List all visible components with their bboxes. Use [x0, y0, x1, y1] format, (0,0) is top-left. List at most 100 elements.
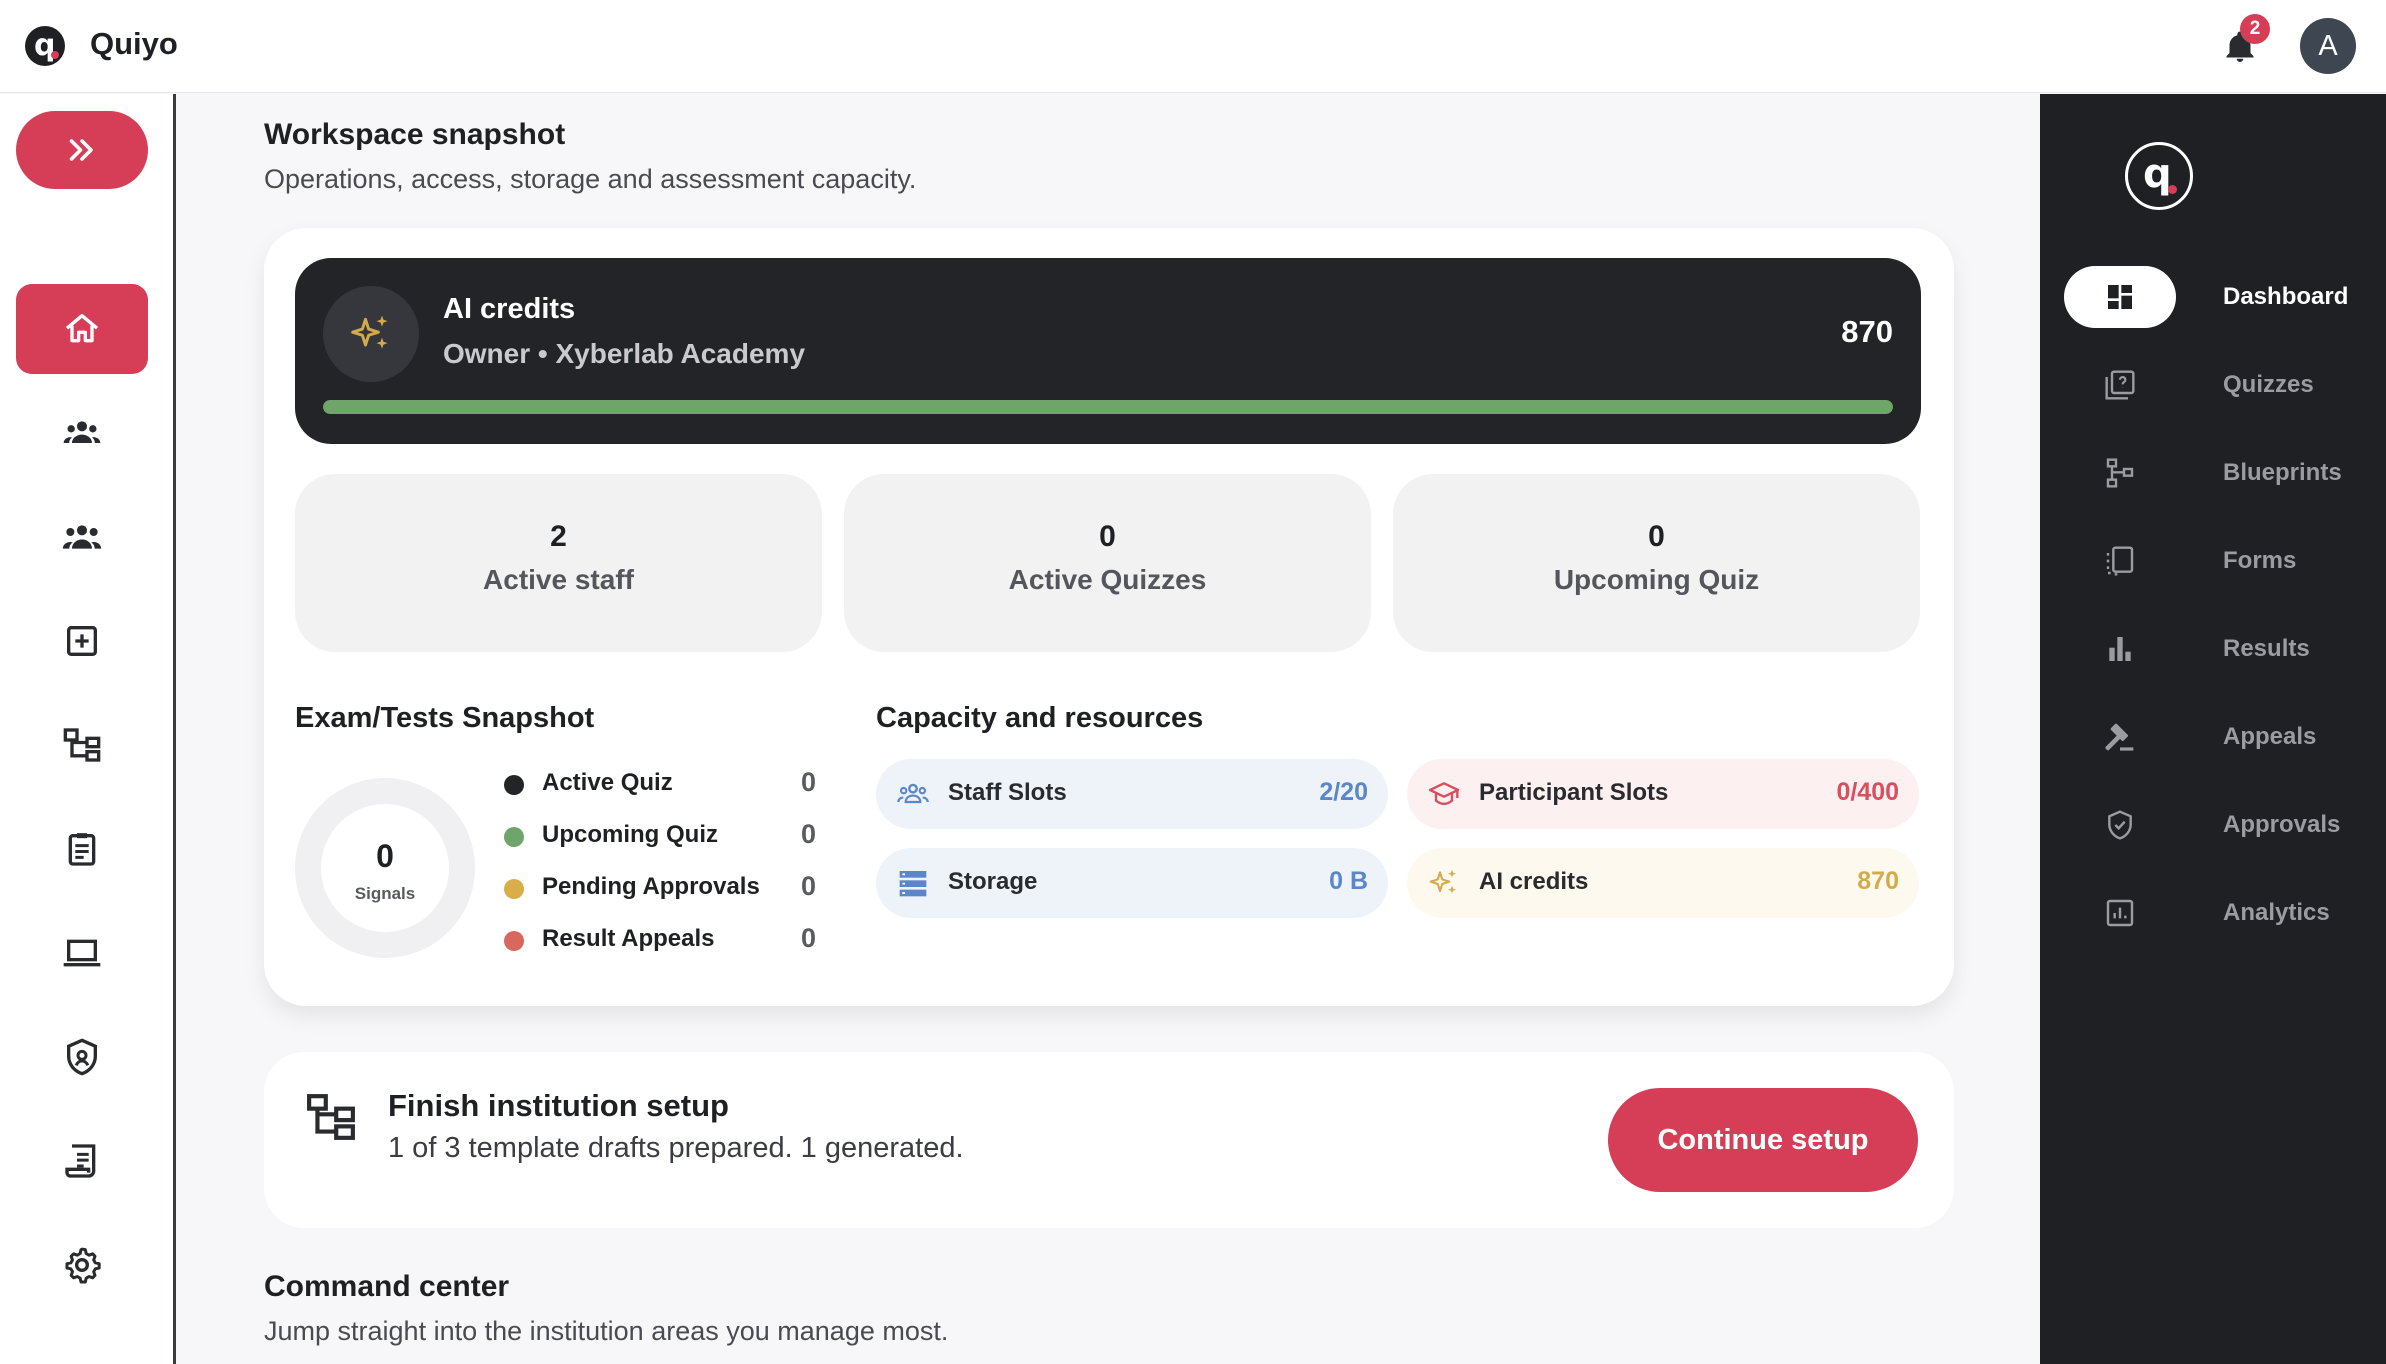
resource-ai-credits[interactable]: AI credits 870: [1407, 848, 1919, 918]
legend-name: Active Quiz: [542, 769, 673, 796]
legend-value: 0: [800, 923, 816, 953]
right-nav: q Dashboard Quizzes Blueprints Forms Res…: [2040, 94, 2386, 1364]
app-logo[interactable]: q: [25, 26, 65, 66]
rail-item-settings[interactable]: [16, 1220, 148, 1310]
ai-credits-owner: Owner • Xyberlab Academy: [443, 338, 806, 369]
rail-item-security[interactable]: [16, 1012, 148, 1102]
setup-subtitle: 1 of 3 template drafts prepared. 1 gener…: [388, 1132, 964, 1164]
workspace-subtitle: Operations, access, storage and assessme…: [264, 164, 917, 194]
top-bar: q Quiyo 2 A: [0, 0, 2386, 93]
stat-value: 0: [1099, 520, 1116, 553]
ai-credits-banner[interactable]: AI credits Owner • Xyberlab Academy 870: [295, 258, 1921, 444]
signals-total: 0: [376, 838, 394, 874]
rail-item-create[interactable]: [16, 596, 148, 686]
nav-label: Quizzes: [2223, 371, 2314, 398]
groups-icon: [62, 525, 102, 549]
blueprint-icon: [307, 1094, 355, 1140]
app-name: Quiyo: [90, 26, 178, 61]
ai-credits-icon-circle: [323, 286, 419, 382]
rail-item-home[interactable]: [16, 284, 148, 374]
legend-pending-approvals: Pending Approvals 0: [504, 868, 816, 908]
receipt-icon: [65, 1144, 96, 1178]
setup-title: Finish institution setup: [388, 1088, 729, 1123]
resource-value: 0/400: [1836, 778, 1899, 806]
graduation-cap-icon: [1428, 782, 1460, 806]
main-content: Workspace snapshot Operations, access, s…: [178, 94, 2040, 1364]
legend-value: 0: [800, 767, 816, 797]
resource-name: Staff Slots: [948, 779, 1067, 806]
stat-upcoming-quiz[interactable]: 0 Upcoming Quiz: [1393, 474, 1920, 652]
quiz-icon: [2105, 370, 2135, 400]
nav-label: Approvals: [2223, 811, 2341, 838]
dashboard-icon: [2108, 285, 2132, 309]
nav-item-results[interactable]: Results: [2064, 618, 2386, 680]
add-icon: [67, 626, 97, 656]
nav-label: Forms: [2223, 547, 2297, 574]
workspace-title: Workspace snapshot: [264, 118, 566, 151]
legend-name: Result Appeals: [542, 925, 715, 952]
ai-credits-progress-track: [323, 400, 1893, 414]
resource-storage[interactable]: Storage 0 B: [876, 848, 1388, 918]
rail-item-devices[interactable]: [16, 908, 148, 998]
stat-label: Active staff: [483, 564, 634, 595]
nav-label: Appeals: [2223, 723, 2317, 750]
workspace-snapshot-card: AI credits Owner • Xyberlab Academy 870 …: [264, 228, 1954, 1006]
notification-badge: 2: [2240, 14, 2270, 44]
expand-sidebar-button[interactable]: [16, 111, 148, 189]
command-center-title: Command center: [264, 1270, 510, 1303]
rail-item-blueprints[interactable]: [16, 700, 148, 790]
setup-card: Finish institution setup 1 of 3 template…: [264, 1052, 1954, 1228]
blueprint-icon: [63, 728, 101, 762]
blueprint-icon: [2106, 458, 2134, 488]
nav-item-quizzes[interactable]: Quizzes: [2064, 354, 2386, 416]
nav-item-analytics[interactable]: Analytics: [2064, 882, 2386, 944]
nav-item-forms[interactable]: Forms: [2064, 530, 2386, 592]
nav-item-dashboard[interactable]: Dashboard: [2064, 266, 2386, 328]
resource-value: 2/20: [1319, 778, 1368, 806]
gavel-icon: [2105, 723, 2134, 751]
forms-icon: [2106, 546, 2134, 576]
legend-dot: [504, 775, 524, 795]
stat-active-staff[interactable]: 2 Active staff: [295, 474, 822, 652]
legend-dot: [504, 931, 524, 951]
rail-item-clipboard[interactable]: [16, 804, 148, 894]
nav-item-blueprints[interactable]: Blueprints: [2064, 442, 2386, 504]
laptop-icon: [63, 939, 101, 967]
user-avatar[interactable]: A: [2300, 18, 2356, 74]
capacity-title: Capacity and resources: [876, 702, 1204, 734]
clipboard-icon: [68, 833, 96, 866]
nav-item-appeals[interactable]: Appeals: [2064, 706, 2386, 768]
nav-label: Results: [2223, 635, 2310, 662]
nav-label: Blueprints: [2223, 459, 2342, 486]
rail-item-reports[interactable]: [16, 1116, 148, 1206]
ai-credits-title: AI credits: [443, 293, 576, 325]
stat-value: 0: [1648, 520, 1665, 553]
resource-participant-slots[interactable]: Participant Slots 0/400: [1407, 759, 1919, 829]
nav-logo[interactable]: q: [2125, 142, 2193, 210]
legend-result-appeals: Result Appeals 0: [504, 920, 816, 960]
resource-value: 870: [1857, 867, 1899, 895]
rail-item-staff[interactable]: [16, 388, 148, 478]
nav-label: Dashboard: [2223, 283, 2349, 310]
rail-item-groups[interactable]: [16, 492, 148, 582]
nav-item-approvals[interactable]: Approvals: [2064, 794, 2386, 856]
signals-donut: 0 Signals: [295, 778, 475, 958]
legend-dot: [504, 827, 524, 847]
command-center-subtitle: Jump straight into the institution areas…: [264, 1316, 949, 1346]
stat-active-quizzes[interactable]: 0 Active Quizzes: [844, 474, 1371, 652]
continue-setup-button[interactable]: Continue setup: [1608, 1088, 1918, 1192]
legend-name: Pending Approvals: [542, 873, 760, 900]
bar-chart-icon: [2109, 637, 2131, 661]
home-icon: [65, 314, 99, 343]
legend-active-quiz: Active Quiz 0: [504, 764, 816, 804]
ai-credits-progress-fill: [323, 400, 1893, 414]
legend-upcoming-quiz: Upcoming Quiz 0: [504, 816, 816, 856]
sparkle-icon: [351, 315, 388, 349]
legend-name: Upcoming Quiz: [542, 821, 718, 848]
legend-value: 0: [800, 871, 816, 901]
resource-name: AI credits: [1479, 868, 1589, 895]
left-rail: [0, 94, 176, 1364]
nav-label: Analytics: [2223, 899, 2330, 926]
resource-staff-slots[interactable]: Staff Slots 2/20: [876, 759, 1388, 829]
gear-icon: [65, 1247, 101, 1284]
